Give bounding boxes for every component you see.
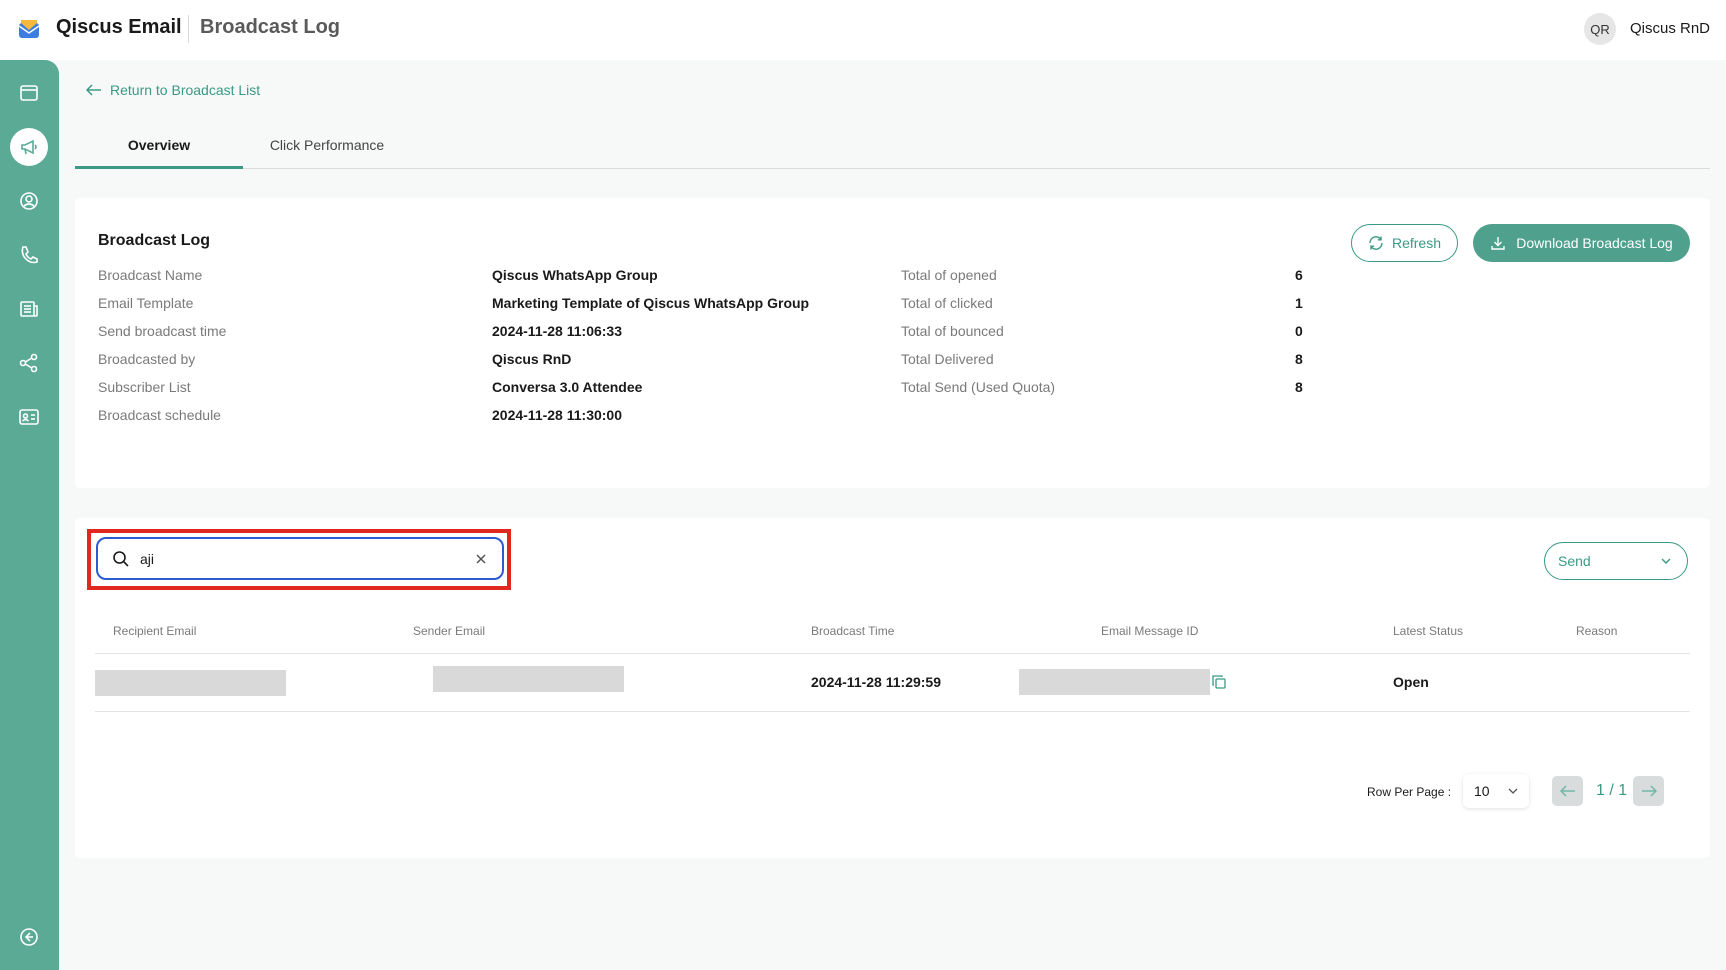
status-filter-select[interactable]: Send [1544, 542, 1688, 580]
column-header: Sender Email [413, 624, 486, 638]
field-value: Qiscus RnD [492, 351, 572, 367]
user-name[interactable]: Qiscus RnD [1630, 20, 1710, 37]
download-label: Download Broadcast Log [1516, 235, 1673, 251]
stat-label: Total of bounced [901, 323, 1004, 339]
field-label: Send broadcast time [98, 323, 227, 339]
stat-value: 8 [1295, 351, 1303, 367]
status-filter-value: Send [1558, 553, 1591, 569]
broadcast-log-table-card: Send Recipient Email Sender Email Broadc… [75, 518, 1710, 858]
sidebar-item-calls[interactable] [10, 236, 48, 274]
next-page-button[interactable] [1633, 776, 1664, 806]
sidebar-item-dashboard[interactable] [10, 74, 48, 112]
field-value: Marketing Template of Qiscus WhatsApp Gr… [492, 295, 810, 311]
page-indicator: 1 / 1 [1596, 782, 1628, 799]
page-title: Broadcast Log [200, 16, 341, 38]
prev-page-button[interactable] [1552, 776, 1583, 806]
share-nodes-icon [19, 353, 38, 373]
tab-bar: Overview Click Performance [75, 125, 1710, 169]
column-header: Latest Status [1393, 624, 1464, 638]
rows-per-page-select[interactable]: 10 [1463, 774, 1529, 808]
avatar[interactable]: QR [1584, 13, 1616, 45]
field-label: Email Template [98, 295, 194, 311]
refresh-icon [1369, 236, 1383, 250]
calendar-window-icon [20, 85, 38, 101]
stat-label: Total of opened [901, 267, 997, 283]
arrow-right-icon [1641, 785, 1657, 797]
email-logo-icon [18, 20, 40, 38]
field-value: Qiscus WhatsApp Group [492, 267, 658, 283]
field-label: Subscriber List [98, 379, 191, 395]
latest-status-cell: Open [1393, 674, 1429, 690]
rows-per-page-label: Row Per Page : [1367, 785, 1452, 799]
sidebar-collapse-button[interactable] [10, 918, 48, 956]
return-link-label: Return to Broadcast List [110, 82, 261, 98]
redacted-sender-email [433, 666, 624, 692]
column-header: Email Message ID [1101, 624, 1199, 638]
megaphone-icon [21, 139, 37, 155]
field-label: Broadcast Name [98, 267, 203, 283]
user-circle-icon [20, 192, 38, 210]
title-divider [188, 15, 189, 43]
download-icon [1491, 237, 1505, 250]
download-log-button[interactable]: Download Broadcast Log [1473, 224, 1690, 262]
redacted-recipient-email [95, 670, 286, 696]
app-name: Qiscus Email [56, 16, 182, 38]
column-header: Broadcast Time [811, 624, 895, 638]
return-to-list-link[interactable]: Return to Broadcast List [86, 82, 260, 98]
contact-card-icon [19, 409, 39, 425]
top-bar: Qiscus Email Broadcast Log QR Qiscus RnD [0, 0, 1726, 60]
newspaper-icon [20, 301, 38, 317]
refresh-button[interactable]: Refresh [1351, 224, 1458, 262]
sidebar-item-subscribers[interactable] [10, 398, 48, 436]
broadcast-summary-card: Broadcast Log Refresh Download Broadcast… [75, 198, 1710, 488]
sidebar-item-integrations[interactable] [10, 344, 48, 382]
broadcast-time-cell: 2024-11-28 11:29:59 [811, 674, 941, 690]
redacted-message-id [1019, 669, 1210, 695]
field-value: 2024-11-28 11:06:33 [492, 323, 622, 339]
chevron-down-icon [1661, 558, 1671, 564]
stat-value: 0 [1295, 323, 1303, 339]
sidebar [0, 60, 59, 970]
stat-label: Total Send (Used Quota) [901, 379, 1056, 395]
collapse-arrow-icon [20, 928, 38, 946]
table-header-divider [95, 653, 1690, 654]
column-header: Reason [1576, 624, 1618, 638]
column-header: Recipient Email [113, 624, 197, 638]
close-icon[interactable] [473, 551, 489, 567]
stat-value: 6 [1295, 267, 1303, 283]
sidebar-item-broadcast[interactable] [10, 128, 48, 166]
search-input[interactable] [140, 547, 460, 571]
stat-value: 8 [1295, 379, 1303, 395]
search-icon [113, 551, 129, 567]
field-label: Broadcast schedule [98, 407, 221, 423]
tab-overview[interactable]: Overview [75, 137, 243, 169]
sidebar-item-contacts[interactable] [10, 182, 48, 220]
card-title: Broadcast Log [98, 232, 211, 249]
arrow-left-icon [1559, 785, 1575, 797]
field-label: Broadcasted by [98, 351, 196, 367]
chevron-down-icon [1508, 788, 1518, 794]
sidebar-item-templates[interactable] [10, 290, 48, 328]
arrow-left-icon [86, 84, 101, 96]
field-value: Conversa 3.0 Attendee [492, 379, 643, 395]
field-value: 2024-11-28 11:30:00 [492, 407, 622, 423]
stat-label: Total Delivered [901, 351, 994, 367]
rows-per-page-value: 10 [1474, 783, 1490, 799]
stat-value: 1 [1295, 295, 1303, 311]
refresh-label: Refresh [1391, 235, 1442, 251]
phone-icon [21, 246, 38, 264]
search-box[interactable] [96, 537, 504, 580]
table-row-divider [95, 711, 1690, 712]
stat-label: Total of clicked [901, 295, 993, 311]
copy-icon[interactable] [1211, 674, 1227, 690]
tab-click-performance[interactable]: Click Performance [243, 137, 411, 169]
